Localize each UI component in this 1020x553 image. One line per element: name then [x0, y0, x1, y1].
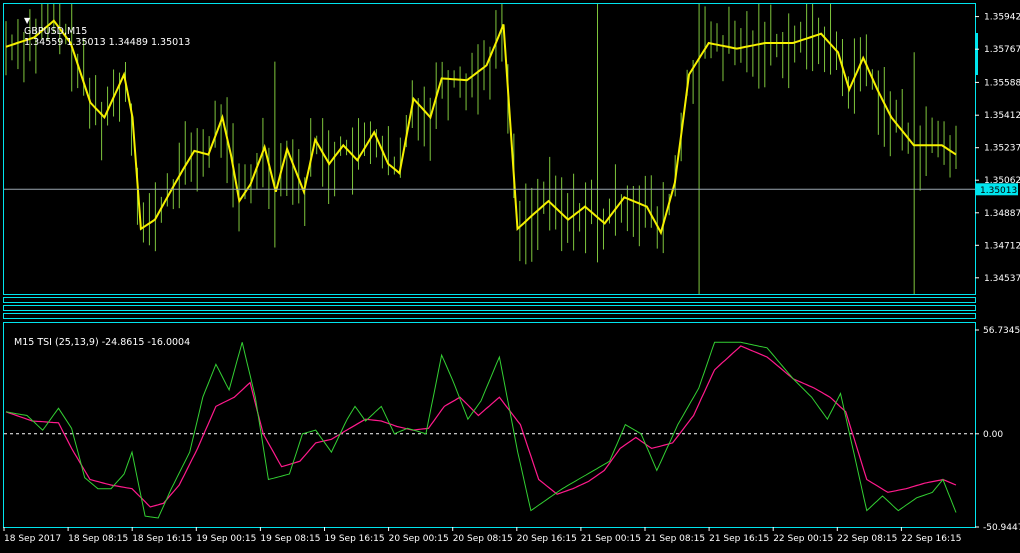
current-price-label: 1.35013 — [980, 186, 1017, 196]
price-tick-label: 1.34712 — [984, 241, 1020, 251]
price-tick-label: 1.34537 — [984, 274, 1020, 284]
time-tick-label: 19 Sep 00:15 — [196, 534, 256, 544]
chart-canvas[interactable]: 1.35013 1.359421.357671.355881.354121.35… — [0, 0, 1020, 549]
signal-line — [5, 345, 957, 508]
time-tick-label: 21 Sep 16:15 — [709, 534, 769, 544]
ohlc-values: 1.34559 1.35013 1.34489 1.35013 — [24, 37, 191, 48]
time-tick-label: 18 Sep 08:15 — [68, 534, 128, 544]
separator-band-3 — [3, 313, 976, 319]
indicator-tick-label: 56.7345 — [983, 326, 1020, 336]
current-price-layer: 1.35013 — [4, 183, 1018, 196]
price-tick-label: 1.35588 — [984, 78, 1020, 88]
indicator-tick-label: 0.00 — [983, 430, 1003, 440]
chart-header: ▼ GBPUSD,M15 1.34559 1.35013 1.34489 1.3… — [18, 4, 190, 48]
time-tick-label: 20 Sep 16:15 — [517, 534, 577, 544]
indicator-plot-frame — [3, 322, 976, 528]
time-tick-label: 22 Sep 08:15 — [837, 534, 897, 544]
time-tick-label: 18 Sep 2017 — [4, 534, 61, 544]
time-tick-label: 22 Sep 16:15 — [901, 534, 961, 544]
time-tick-label: 21 Sep 08:15 — [645, 534, 705, 544]
moving-average-line — [5, 19, 957, 236]
price-tick-label: 1.35942 — [984, 13, 1020, 23]
time-tick-label: 20 Sep 00:15 — [389, 534, 449, 544]
scrollbar-marker[interactable] — [975, 33, 978, 75]
price-tick-label: 1.34887 — [984, 209, 1020, 219]
time-axis: 18 Sep 2017 18 Sep 08:15 18 Sep 16:15 19 Se… — [3, 527, 961, 544]
time-tick-label: 19 Sep 08:15 — [260, 534, 320, 544]
time-tick-label: 18 Sep 16:15 — [132, 534, 192, 544]
separator-band-2 — [3, 305, 976, 311]
time-tick-label: 22 Sep 00:15 — [773, 534, 833, 544]
price-axis: 1.35942 1.35767 1.35588 1.35412 1.35237 1.350… — [975, 13, 1020, 284]
price-tick-label: 1.35767 — [984, 45, 1020, 55]
price-tick-label: 1.35412 — [984, 111, 1020, 121]
price-tick-label: 1.35237 — [984, 144, 1020, 154]
tsi-line — [5, 341, 957, 519]
time-tick-label: 21 Sep 00:15 — [581, 534, 641, 544]
triangle-down-icon[interactable]: ▼ — [24, 16, 30, 25]
separator-band-1 — [3, 297, 976, 303]
indicator-axis: 56.7345 0.00 -50.9447 — [975, 326, 1020, 533]
indicator-tick-label: -50.9447 — [983, 523, 1020, 533]
indicator-header: M15 TSI (25,13,9) -24.8615 -16.0004 — [8, 326, 190, 348]
time-tick-label: 20 Sep 08:15 — [453, 534, 513, 544]
price-tick-label: 1.35062 — [984, 176, 1020, 186]
indicator-label: M15 TSI (25,13,9) -24.8615 -16.0004 — [14, 337, 191, 348]
moving-average-layer — [5, 19, 957, 236]
symbol-label: GBPUSD,M15 — [24, 26, 88, 37]
tsi-lines-layer — [5, 341, 957, 519]
time-tick-label: 19 Sep 16:15 — [325, 534, 385, 544]
